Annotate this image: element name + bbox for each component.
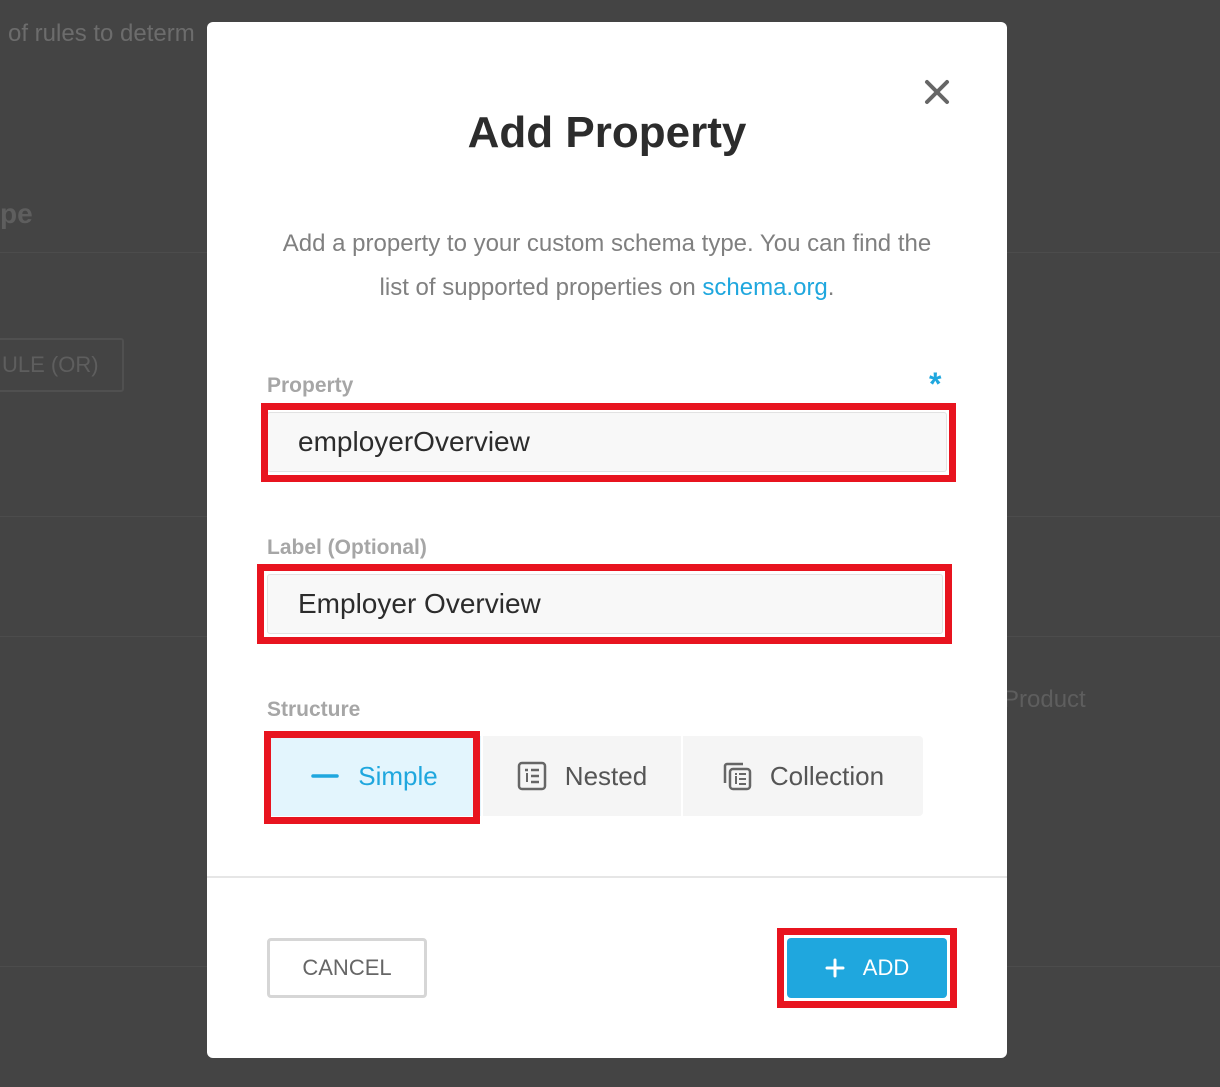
- required-asterisk: *: [929, 366, 942, 402]
- close-icon: [925, 80, 949, 104]
- property-label: Property: [267, 374, 354, 397]
- structure-option-label: Nested: [564, 760, 648, 791]
- label-input[interactable]: [267, 574, 943, 634]
- description-end: .: [827, 274, 835, 301]
- add-property-modal: Add Property Add a property to your cust…: [207, 22, 1007, 1058]
- structure-label: Structure: [267, 698, 361, 721]
- nested-list-icon: [517, 761, 547, 791]
- background-product-text: Product: [1003, 686, 1086, 713]
- footer-divider: [207, 876, 1007, 878]
- background-heading: pe: [0, 198, 33, 229]
- label-field-label: Label (Optional): [267, 536, 427, 559]
- modal-title: Add Property: [467, 108, 747, 157]
- cancel-button[interactable]: CANCEL: [267, 938, 427, 998]
- structure-option-label: Simple: [358, 760, 438, 791]
- modal-description: Add a property to your custom schema typ…: [267, 222, 947, 310]
- structure-option-nested[interactable]: Nested: [481, 736, 681, 816]
- background-add-rule-button: ULE (OR): [0, 338, 124, 392]
- add-button[interactable]: ADD: [787, 938, 947, 998]
- plus-icon: [825, 958, 845, 978]
- background-intro-text: of rules to determ: [8, 20, 195, 47]
- add-button-label: ADD: [862, 955, 910, 980]
- structure-option-label: Collection: [769, 760, 885, 791]
- structure-option-simple[interactable]: Simple: [267, 736, 481, 816]
- dash-icon: [311, 774, 339, 778]
- property-input[interactable]: [267, 412, 947, 472]
- structure-selector: Simple Nested Collection: [267, 736, 923, 816]
- schema-org-link[interactable]: schema.org: [702, 274, 827, 301]
- collection-icon: [723, 762, 752, 791]
- structure-option-collection[interactable]: Collection: [681, 736, 923, 816]
- close-button[interactable]: [923, 78, 951, 106]
